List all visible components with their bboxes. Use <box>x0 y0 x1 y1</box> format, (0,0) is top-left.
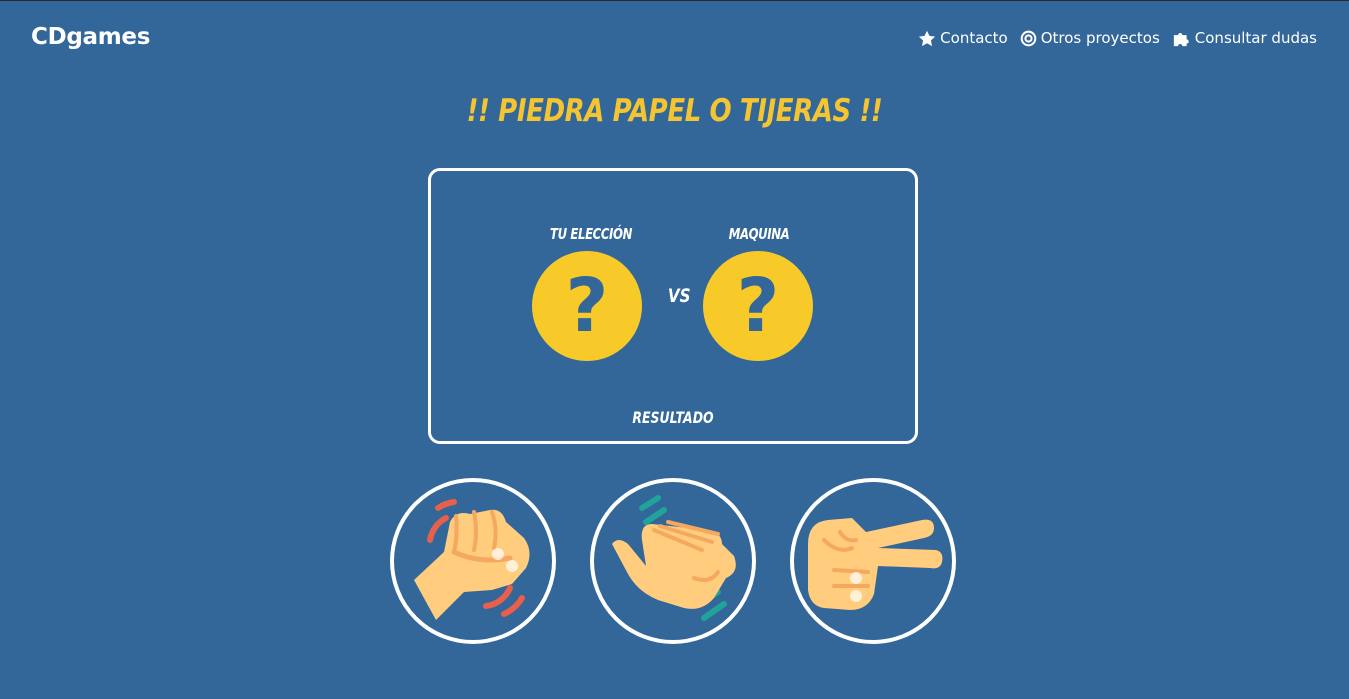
scoreboard: TU ELECCIÓN MAQUINA ? VS ? RESULTADO <box>428 168 918 444</box>
nav-contacto-label: Contacto <box>940 29 1008 47</box>
brand-logo[interactable]: CDgames <box>31 24 150 50</box>
nav-otros-proyectos-label: Otros proyectos <box>1040 29 1160 47</box>
player-label: TU ELECCIÓN <box>550 225 632 243</box>
choice-papel-button[interactable] <box>590 478 756 644</box>
nav-consultar-dudas[interactable]: Consultar dudas <box>1172 29 1317 47</box>
paper-hand-icon <box>612 495 736 621</box>
puzzle-icon <box>1172 30 1191 47</box>
rock-fist-icon <box>414 499 530 620</box>
nav-otros-proyectos[interactable]: Otros proyectos <box>1020 29 1160 47</box>
result-label: RESULTADO <box>632 408 714 427</box>
choice-piedra-button[interactable] <box>390 478 556 644</box>
nav-contacto[interactable]: Contacto <box>918 29 1008 47</box>
top-nav: Contacto Otros proyectos Consultar dudas <box>918 29 1317 47</box>
game-title: !! PIEDRA PAPEL O TIJERAS !! <box>466 93 883 129</box>
scissors-hand-icon <box>808 518 943 610</box>
star-icon <box>918 30 936 47</box>
player-choice-display: ? <box>532 251 642 361</box>
target-icon <box>1020 30 1037 47</box>
vs-label: VS <box>667 285 691 307</box>
nav-consultar-dudas-label: Consultar dudas <box>1194 29 1317 47</box>
choice-tijeras-button[interactable] <box>790 478 956 644</box>
machine-label: MAQUINA <box>728 225 790 243</box>
machine-choice-display: ? <box>703 251 813 361</box>
